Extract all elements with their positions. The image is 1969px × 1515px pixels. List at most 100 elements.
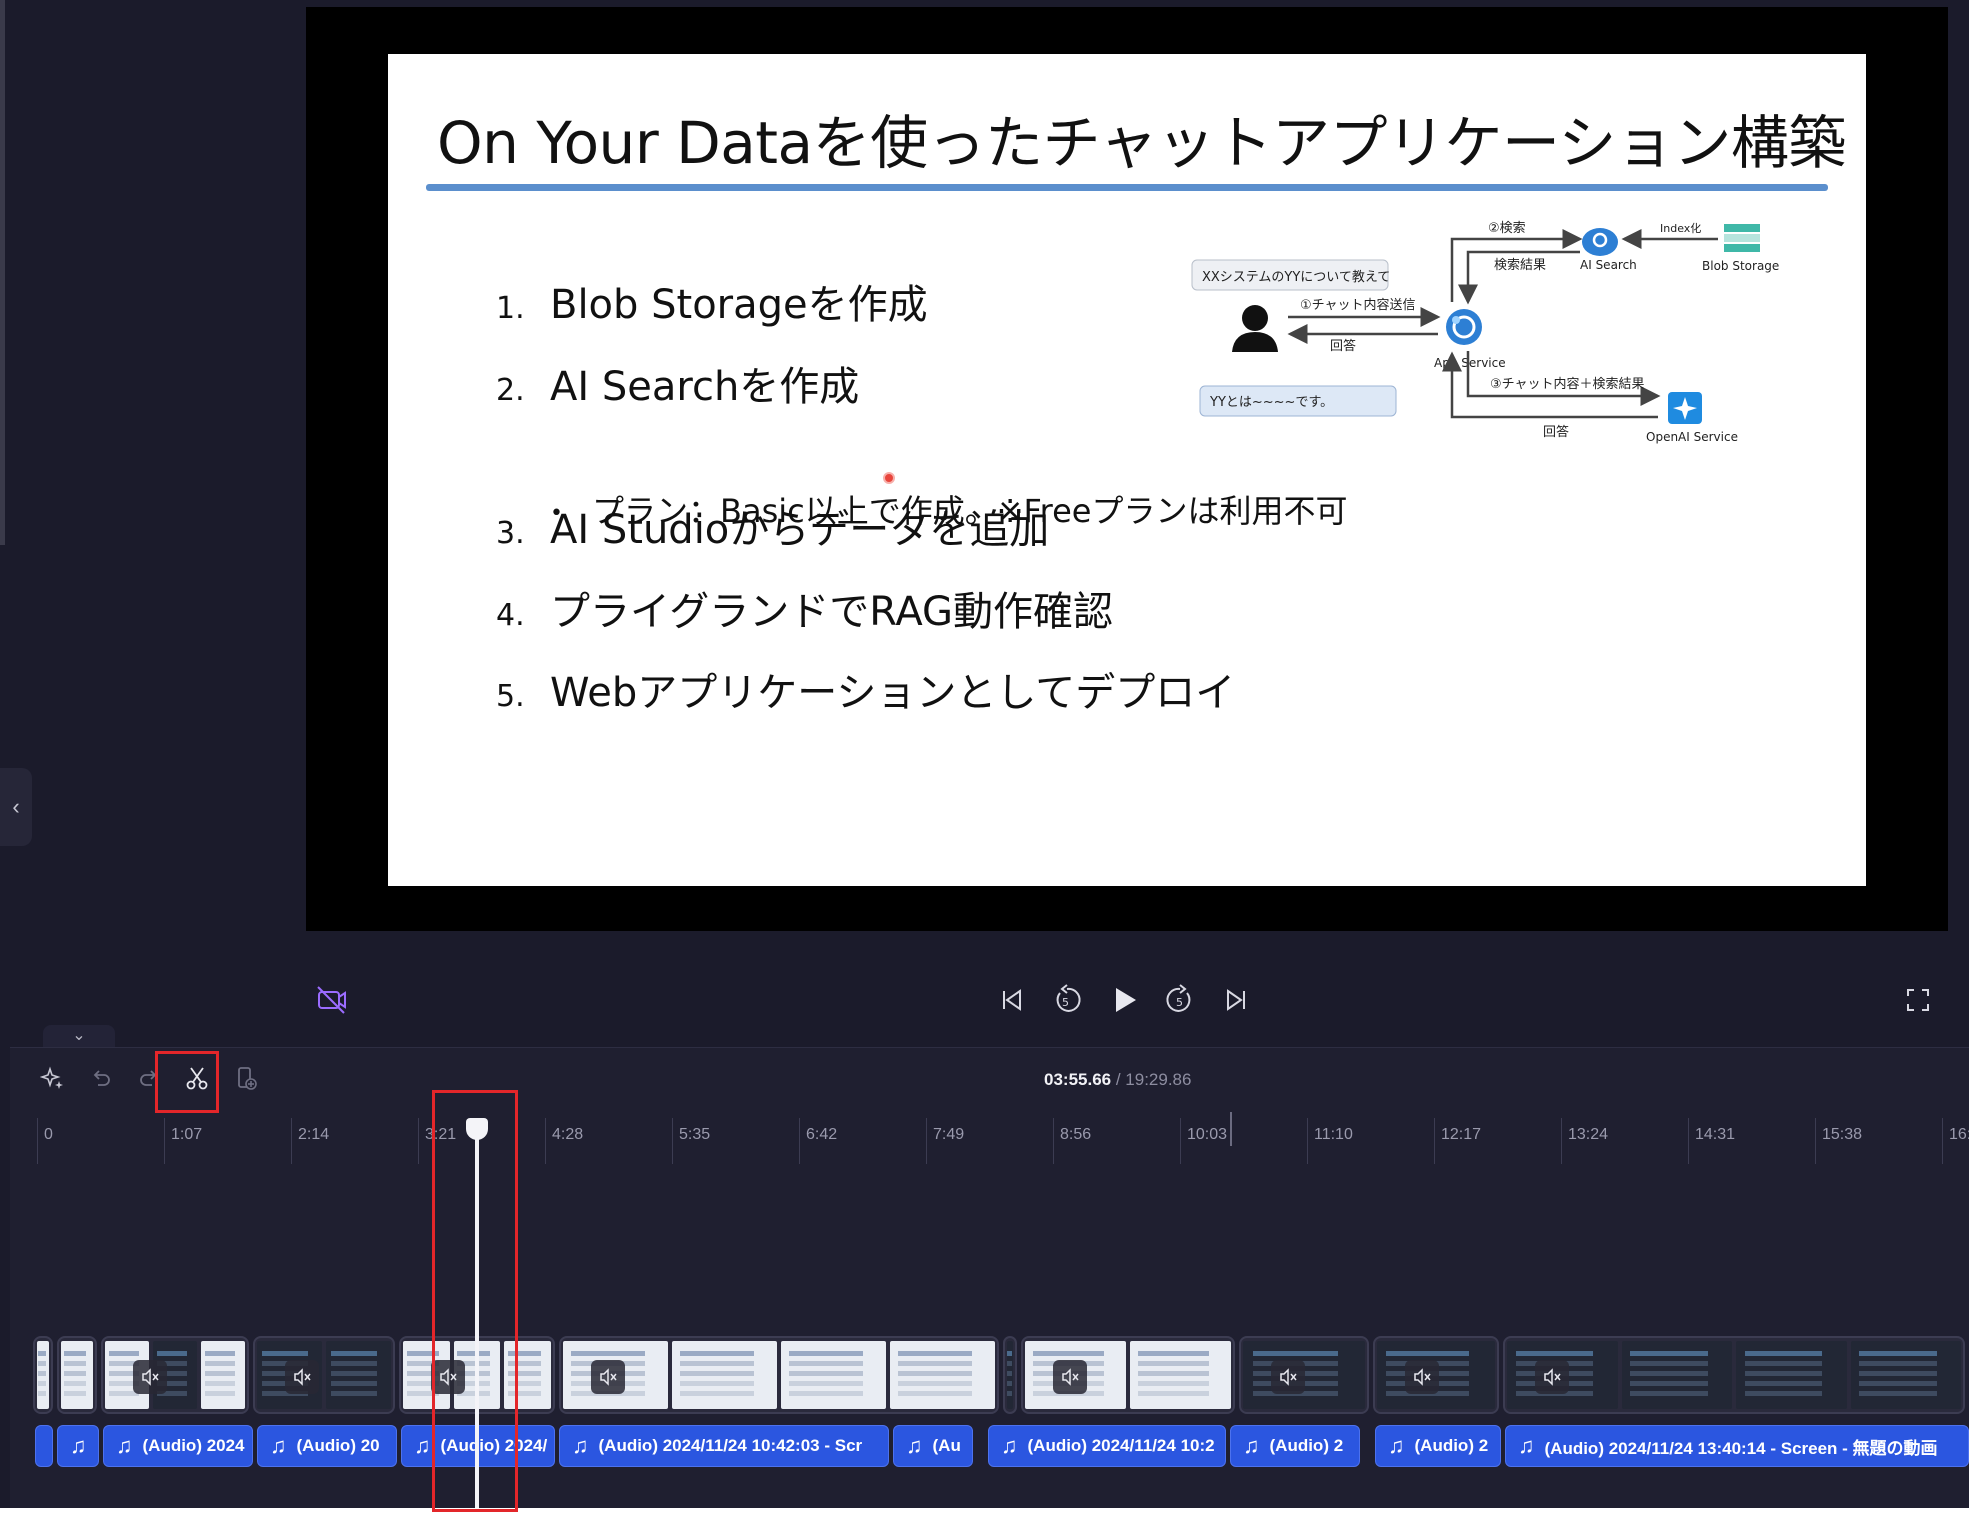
mute-icon[interactable] (1405, 1360, 1439, 1394)
video-clip[interactable] (1373, 1336, 1499, 1414)
audio-clip[interactable]: ♫ (Audio) 2 (1230, 1425, 1360, 1467)
fullscreen-button[interactable] (1896, 978, 1940, 1022)
play-button[interactable] (1103, 978, 1147, 1022)
undo-button[interactable] (81, 1058, 121, 1098)
undo-icon (93, 1070, 110, 1086)
video-clip[interactable] (33, 1336, 53, 1414)
reply-label: 回答 (1330, 338, 1356, 354)
video-clip[interactable] (1003, 1336, 1017, 1414)
slide-title-underline (426, 184, 1828, 191)
rewind-5-button[interactable]: 5 (1045, 978, 1089, 1022)
answer-bubble: YYとは~~~~です。 (1199, 385, 1397, 417)
ruler-tick: 1:07 (164, 1118, 202, 1164)
current-time: 03:55.66 (1044, 1070, 1112, 1089)
video-clip[interactable] (253, 1336, 395, 1414)
mute-icon[interactable] (1053, 1360, 1087, 1394)
timeline-toolbar: 03:55.66 / 19:29.86 (10, 1048, 1969, 1108)
video-clip[interactable] (559, 1336, 999, 1414)
send-label: ①チャット内容送信 (1300, 297, 1416, 313)
add-media-icon (238, 1067, 257, 1090)
answer-bubble-text: YYとは~~~~です。 (1209, 395, 1333, 410)
magic-edit-button[interactable] (32, 1058, 72, 1098)
audio-track: ♫ ♫ (Audio) 2024 ♫ (Audio) 20 ♫ (Audio) 202… (35, 1425, 1969, 1467)
user-icon (1232, 305, 1278, 352)
forward-5-button[interactable]: 5 (1158, 978, 1202, 1022)
audio-clip[interactable] (35, 1425, 53, 1467)
music-note-icon: ♫ (70, 1433, 87, 1458)
mute-icon[interactable] (1271, 1360, 1305, 1394)
search-result-label: 検索結果 (1494, 258, 1546, 273)
forward-5-icon: 5 (1166, 984, 1191, 1012)
ruler-tick: 11:10 (1307, 1118, 1353, 1164)
magic-camera-button[interactable] (310, 978, 354, 1022)
redo-icon (140, 1070, 157, 1086)
time-separator: / (1111, 1070, 1126, 1089)
audio-clip[interactable]: ♫ (57, 1425, 99, 1467)
chevron-left-icon: ‹ (12, 794, 20, 819)
video-clip[interactable] (1239, 1336, 1369, 1414)
mute-icon[interactable] (285, 1360, 319, 1394)
openai-reply-label: 回答 (1543, 424, 1569, 440)
pointer-indicator (883, 472, 895, 484)
music-note-icon: ♫ (270, 1433, 287, 1458)
video-clip[interactable] (1503, 1336, 1965, 1414)
step-item: 2. AI Searchを作成 (496, 364, 860, 410)
audio-clip[interactable]: ♫ (Audio) 2 (1375, 1425, 1501, 1467)
step-item: 1. Blob Storageを作成 (496, 282, 928, 328)
music-note-icon: ♫ (1243, 1433, 1260, 1458)
audio-clip[interactable]: ♫ (Audio) 20 (257, 1425, 397, 1467)
video-clip[interactable] (101, 1336, 249, 1414)
chevron-down-icon: ⌄ (72, 1027, 86, 1044)
music-note-icon: ♫ (414, 1433, 431, 1458)
mute-icon[interactable] (1535, 1360, 1569, 1394)
skip-to-end-button[interactable] (1214, 978, 1258, 1022)
side-panel-toggle[interactable]: ‹ (0, 768, 32, 846)
ruler-tick: 4:28 (545, 1118, 583, 1164)
ruler-tick: 6:42 (799, 1118, 837, 1164)
audio-clip[interactable]: ♫ (Audio) 2024/11/24 13:40:14 - Screen - … (1505, 1425, 1969, 1467)
redo-button[interactable] (129, 1058, 169, 1098)
video-preview: On Your Dataを使ったチャットアプリケーション構築 1. Blob St… (306, 7, 1948, 931)
video-clip[interactable] (57, 1336, 97, 1414)
audio-clip[interactable]: ♫ (Au (893, 1425, 973, 1467)
slide-frame: On Your Dataを使ったチャットアプリケーション構築 1. Blob St… (388, 54, 1866, 886)
slide-title: On Your Dataを使ったチャットアプリケーション構築 (437, 109, 1846, 177)
playback-controls: 5 5 (0, 960, 1969, 1040)
mute-icon[interactable] (431, 1360, 465, 1394)
openai-request-label: ③チャット内容＋検索結果 (1490, 376, 1645, 392)
architecture-diagram: XXシステムのYYについて教えて YYとは~~~~です。 ①チャット内容送信 回… (1191, 221, 1779, 444)
app-service-label: App Service (1434, 356, 1506, 370)
music-note-icon: ♫ (1388, 1433, 1405, 1458)
scissors-icon (186, 1067, 208, 1090)
add-clip-button[interactable] (226, 1058, 266, 1098)
ruler-tick: 7:49 (926, 1118, 964, 1164)
timeline-ruler[interactable]: 0 1:07 2:14 3:21 4:28 5:35 6:42 7:49 8:5… (10, 1118, 1969, 1164)
audio-clip[interactable]: ♫ (Audio) 2024 (103, 1425, 253, 1467)
ruler-tick: 2:14 (291, 1118, 329, 1164)
skip-to-start-button[interactable] (990, 978, 1034, 1022)
total-time: 19:29.86 (1125, 1070, 1192, 1089)
playhead-handle[interactable] (466, 1118, 488, 1140)
sparkle-icon (40, 1066, 63, 1089)
fullscreen-icon (1907, 989, 1929, 1011)
skip-back-icon (1003, 989, 1021, 1011)
question-bubble: XXシステムのYYについて教えて (1191, 259, 1390, 291)
video-clip[interactable] (1021, 1336, 1235, 1414)
audio-clip[interactable]: ♫ (Audio) 2024/11/24 10:42:03 - Scr (559, 1425, 889, 1467)
rewind-5-icon: 5 (1056, 984, 1081, 1012)
split-button[interactable] (177, 1058, 217, 1098)
app-service-icon (1446, 309, 1482, 345)
ai-search-label: AI Search (1580, 258, 1637, 272)
ruler-tick: 10:03 (1180, 1118, 1227, 1164)
music-note-icon: ♫ (906, 1433, 923, 1458)
collapse-timeline-button[interactable]: ⌄ (43, 1025, 115, 1047)
magic-camera-icon (317, 986, 346, 1014)
blob-storage-label: Blob Storage (1702, 259, 1779, 273)
audio-clip[interactable]: ♫ (Audio) 2024/11/24 10:2 (988, 1425, 1226, 1467)
ruler-tick: 8:56 (1053, 1118, 1091, 1164)
music-note-icon: ♫ (1001, 1433, 1018, 1458)
mute-icon[interactable] (591, 1360, 625, 1394)
play-icon (1116, 988, 1136, 1012)
mute-icon[interactable] (133, 1360, 167, 1394)
music-note-icon: ♫ (1518, 1433, 1535, 1458)
